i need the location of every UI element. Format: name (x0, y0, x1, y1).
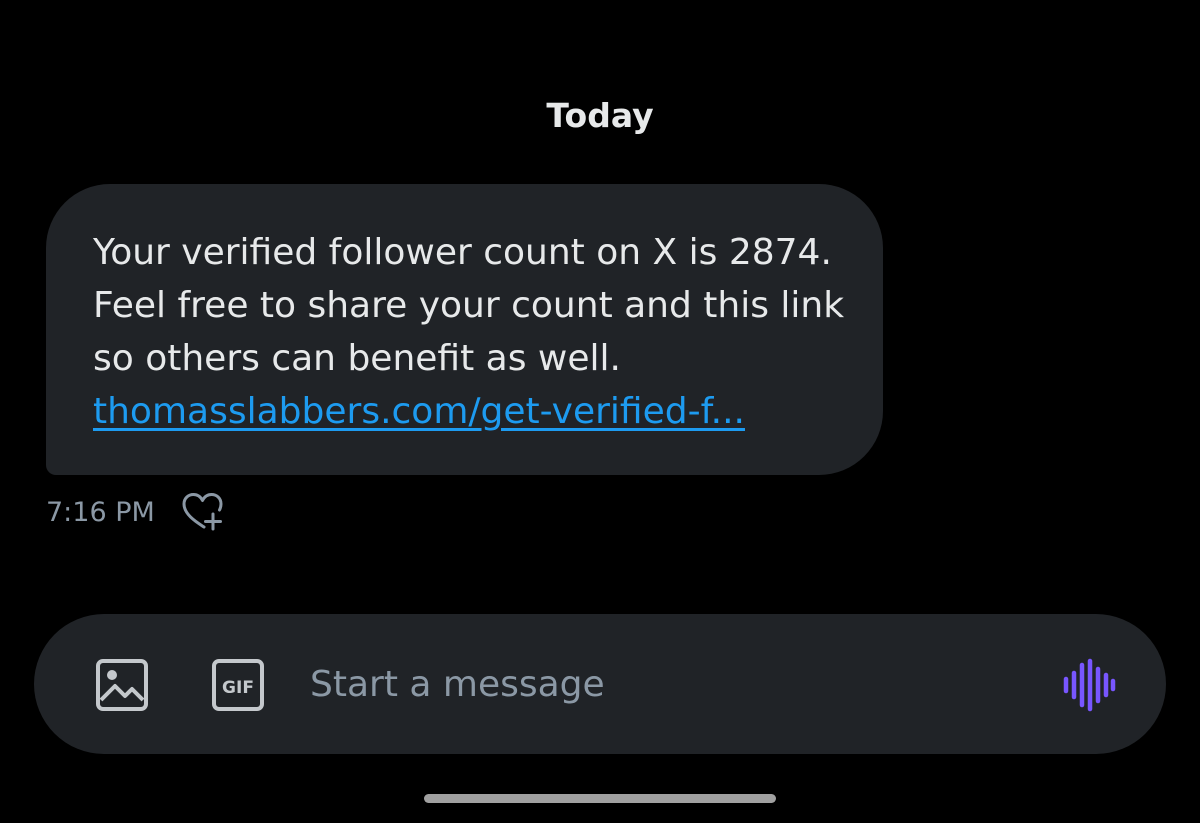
gif-label: GIF (222, 678, 254, 698)
home-indicator[interactable] (424, 794, 776, 803)
message-text: Your verified follower count on X is 287… (93, 232, 845, 379)
message-link[interactable]: thomasslabbers.com/get-verified-f... (93, 385, 863, 438)
image-icon[interactable] (94, 657, 150, 713)
message-composer: GIF (34, 614, 1166, 754)
heart-plus-icon[interactable] (179, 490, 227, 534)
gif-button[interactable]: GIF (210, 657, 266, 713)
voice-waveform-icon[interactable] (1060, 657, 1116, 713)
message-timestamp: 7:16 PM (46, 496, 155, 528)
message-meta: 7:16 PM (46, 490, 227, 534)
message-bubble: Your verified follower count on X is 287… (46, 184, 883, 475)
message-input[interactable] (310, 656, 1030, 712)
date-divider: Today (546, 96, 654, 135)
